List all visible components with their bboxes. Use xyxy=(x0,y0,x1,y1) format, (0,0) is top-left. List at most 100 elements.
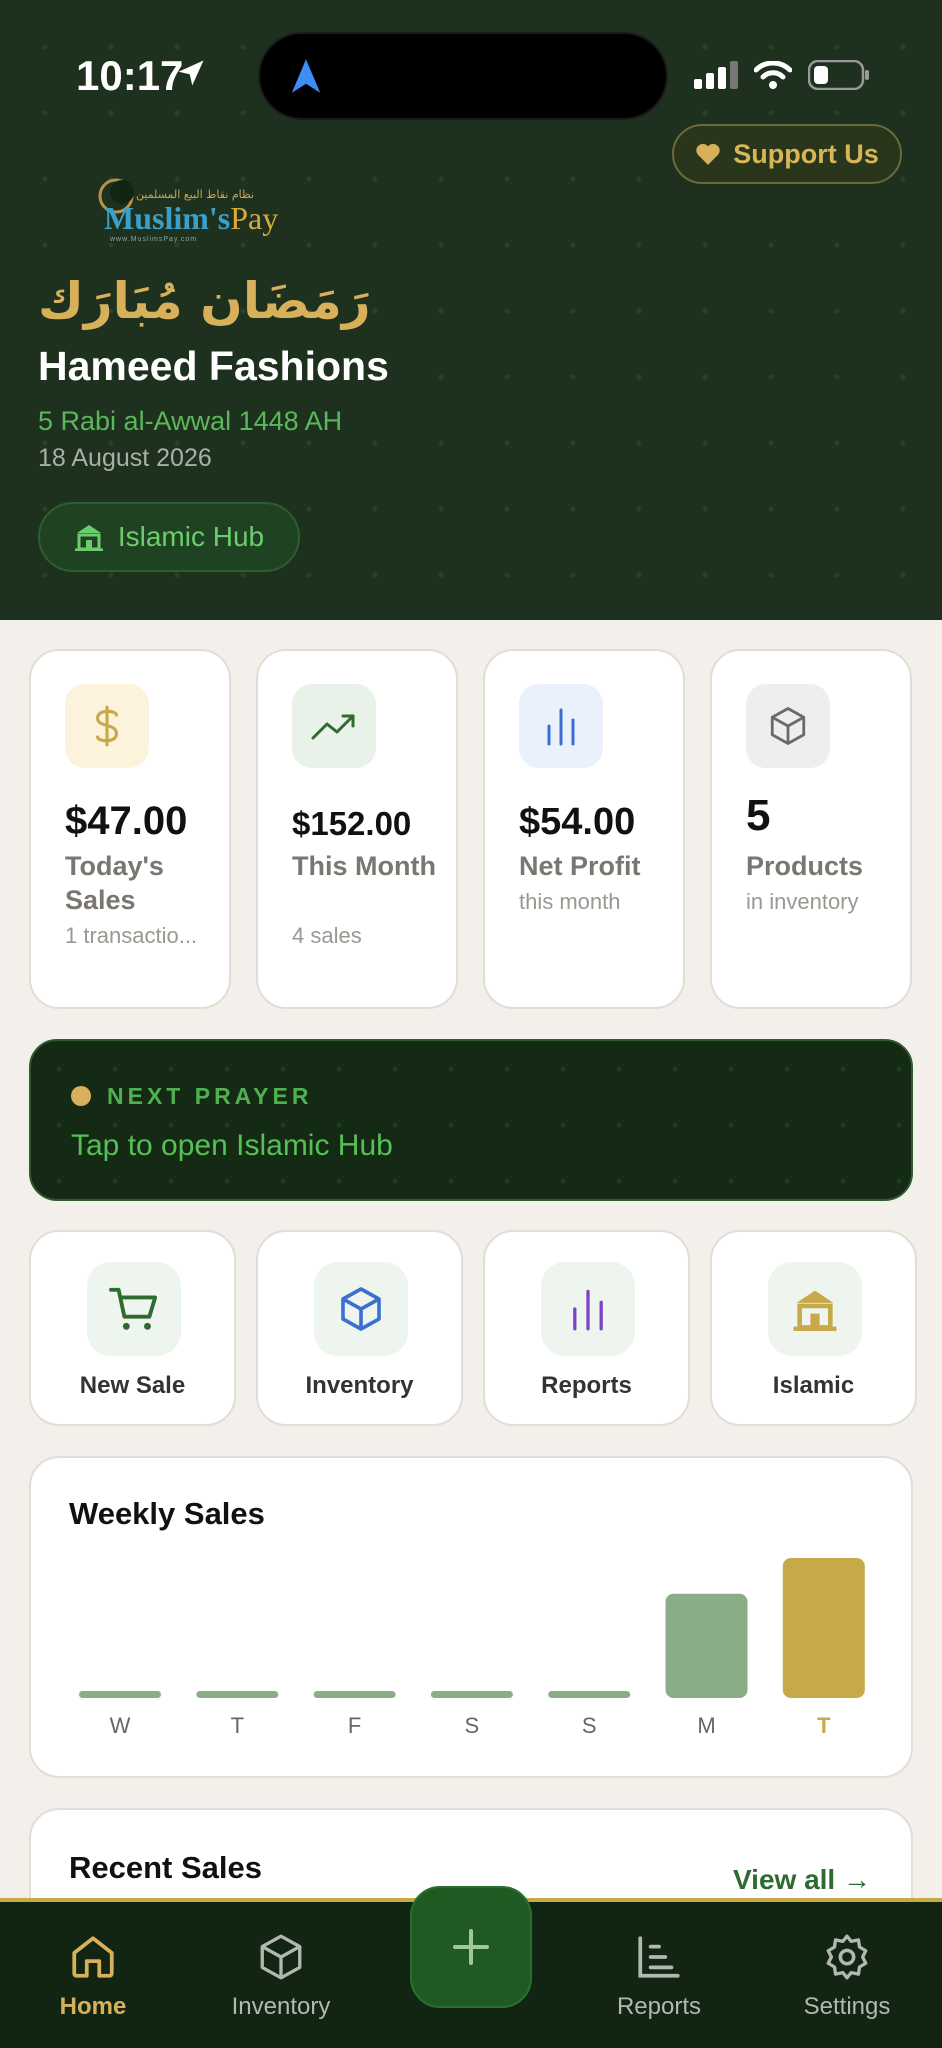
plus-icon xyxy=(453,1929,489,1965)
status-time: 10:17 xyxy=(76,52,184,99)
chart-x-label: M xyxy=(697,1713,715,1738)
nav-settings[interactable]: Settings xyxy=(772,1932,922,2021)
islamic-hub-button[interactable]: Islamic Hub xyxy=(38,502,300,572)
chart-icon xyxy=(638,1936,680,1978)
mosque-icon xyxy=(793,1290,837,1331)
stat-card-net-profit[interactable]: $54.00 Net Profit this month xyxy=(483,649,685,1009)
recent-sales-title: Recent Sales xyxy=(69,1850,262,1885)
support-us-button[interactable]: Support Us xyxy=(672,124,902,184)
action-label: Reports xyxy=(541,1372,632,1399)
next-prayer-card[interactable]: NEXT PRAYER Tap to open Islamic Hub xyxy=(29,1039,913,1201)
chart-x-label: T xyxy=(817,1713,831,1738)
chart-bar xyxy=(430,1691,513,1698)
dollar-icon xyxy=(95,705,119,747)
gear-icon xyxy=(826,1934,868,1980)
stat-icon-box xyxy=(746,684,830,768)
weekly-sales-card: Weekly Sales WTFSSMT xyxy=(29,1456,913,1778)
nav-label: Settings xyxy=(803,1993,891,2020)
cart-icon xyxy=(109,1287,158,1330)
trend-up-icon xyxy=(311,714,355,740)
mosque-icon xyxy=(74,525,103,551)
chart-x-label: T xyxy=(231,1713,244,1738)
chart-bar xyxy=(196,1691,279,1698)
signal-icon xyxy=(694,61,738,89)
nav-home[interactable]: Home xyxy=(18,1932,168,2021)
stat-icon-box xyxy=(292,684,376,768)
action-label: New Sale xyxy=(79,1372,186,1399)
header-hero: 10:17 Support Us نظام نقاط البيع المسلمي… xyxy=(0,0,942,620)
stats-row: $47.00 Today's Sales 1 transactio... $15… xyxy=(29,649,912,1009)
logo-url: www.MuslimsPay.com xyxy=(110,236,198,243)
location-arrow-icon xyxy=(178,60,204,86)
nav-label: Reports xyxy=(616,1993,702,2020)
stat-value: $54.00 xyxy=(519,801,636,843)
chart-x-label: S xyxy=(465,1713,480,1738)
chart-x-label: W xyxy=(110,1713,131,1738)
bar-chart-icon xyxy=(547,708,575,746)
islamic-hub-label: Islamic Hub xyxy=(117,521,265,552)
view-all-link[interactable]: View all → xyxy=(733,1864,871,1896)
chart-bar xyxy=(313,1691,396,1698)
quick-actions: New Sale Inventory Reports Islamic xyxy=(29,1230,917,1426)
box-icon xyxy=(770,707,806,745)
heart-icon xyxy=(696,143,720,165)
reports-button[interactable]: Reports xyxy=(483,1230,690,1426)
stat-sub: 4 sales xyxy=(292,923,362,948)
stat-icon-box xyxy=(65,684,149,768)
stat-value: 5 xyxy=(746,791,771,840)
stat-sub: 1 transactio... xyxy=(65,923,198,948)
muslimspay-logo: نظام نقاط البيع المسلمين Muslim'sPay www… xyxy=(96,170,278,252)
stat-icon-box xyxy=(519,684,603,768)
action-label: Islamic xyxy=(772,1372,855,1399)
next-prayer-label: NEXT PRAYER xyxy=(107,1083,313,1109)
chart-bar xyxy=(548,1691,631,1698)
new-sale-button[interactable]: New Sale xyxy=(29,1230,236,1426)
action-icon-box xyxy=(87,1262,181,1356)
prayer-indicator-dot xyxy=(71,1086,91,1106)
stat-card-today-sales[interactable]: $47.00 Today's Sales 1 transactio... xyxy=(29,649,231,1009)
logo-wordmark: Muslim'sPay xyxy=(104,200,279,236)
box-icon xyxy=(260,1934,302,1980)
chart-x-label: S xyxy=(582,1713,597,1738)
stat-label: Today's Sales xyxy=(65,851,164,915)
action-label: Inventory xyxy=(305,1372,414,1399)
add-sale-fab[interactable] xyxy=(410,1886,532,2008)
next-prayer-subtitle: Tap to open Islamic Hub xyxy=(71,1129,393,1162)
support-us-label: Support Us xyxy=(733,138,879,169)
status-icons xyxy=(694,60,870,90)
stat-value: $47.00 xyxy=(65,799,188,843)
islamic-button[interactable]: Islamic xyxy=(710,1230,917,1426)
nav-inventory[interactable]: Inventory xyxy=(206,1932,356,2021)
shop-name: Hameed Fashions xyxy=(38,343,389,389)
chart-x-label: F xyxy=(348,1713,361,1738)
wifi-icon xyxy=(754,61,792,89)
action-icon-box xyxy=(541,1262,635,1356)
stat-card-this-month[interactable]: $152.00 This Month 4 sales xyxy=(256,649,458,1009)
weekly-sales-chart: WTFSSMT xyxy=(79,1558,865,1738)
stat-value: $152.00 xyxy=(292,805,412,842)
battery-icon xyxy=(808,60,869,90)
dynamic-island xyxy=(258,32,668,120)
nav-label: Inventory xyxy=(231,1993,331,2020)
nav-label: Home xyxy=(59,1993,127,2020)
stat-label: Net Profit xyxy=(519,851,641,881)
inventory-button[interactable]: Inventory xyxy=(256,1230,463,1426)
stat-label: This Month xyxy=(292,851,436,881)
stat-card-products[interactable]: 5 Products in inventory xyxy=(710,649,912,1009)
bars-icon xyxy=(573,1289,603,1331)
navigation-arrow-icon xyxy=(291,59,321,93)
chart-bar xyxy=(79,1691,161,1698)
stat-label: Products xyxy=(746,851,864,881)
stat-sub: this month xyxy=(519,889,621,914)
chart-bar xyxy=(665,1593,748,1698)
chart-bar xyxy=(782,1558,865,1698)
stat-sub: in inventory xyxy=(746,889,859,914)
arabic-greeting: رَمَضَان مُبَارَك xyxy=(38,272,371,330)
action-icon-box xyxy=(314,1262,408,1356)
home-icon xyxy=(72,1936,114,1978)
box-icon xyxy=(341,1287,381,1331)
nav-reports[interactable]: Reports xyxy=(584,1932,734,2021)
action-icon-box xyxy=(768,1262,862,1356)
gregorian-date: 18 August 2026 xyxy=(38,444,212,472)
hijri-date: 5 Rabi al-Awwal 1448 AH xyxy=(38,406,343,436)
